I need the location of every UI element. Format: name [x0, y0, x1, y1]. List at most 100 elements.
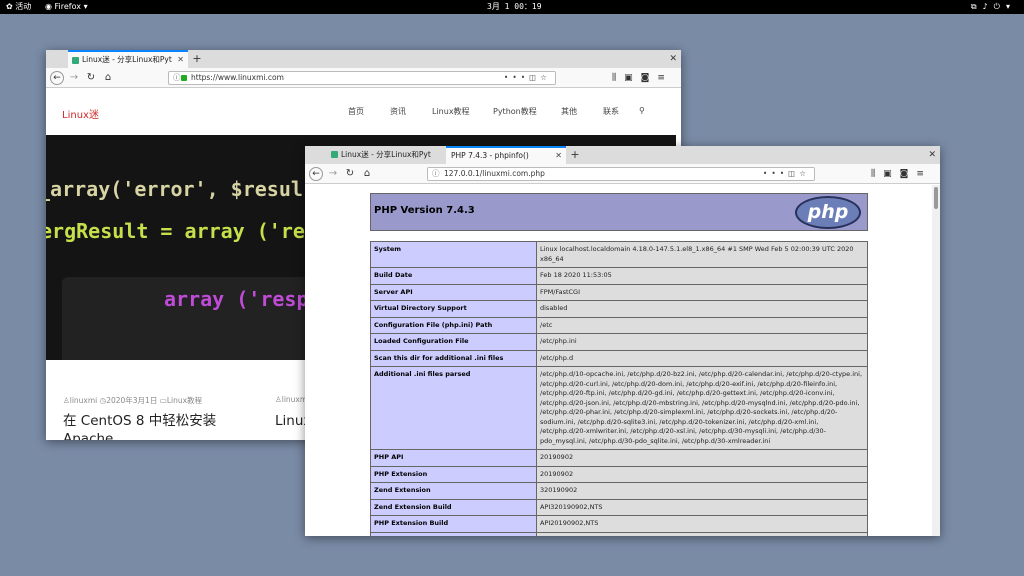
- forward-button[interactable]: →: [67, 71, 81, 85]
- row-value: no: [536, 531, 868, 536]
- sidebar-icon[interactable]: ▣: [624, 73, 641, 83]
- nav-linux-tutorial[interactable]: Linux教程: [432, 106, 470, 117]
- back-button[interactable]: ←: [309, 167, 323, 181]
- close-tab-icon[interactable]: ✕: [555, 148, 562, 163]
- navigation-toolbar: ← → ↻ ⌂ ⓘ https://www.linuxmi.com •••◫☆ …: [46, 68, 681, 88]
- scrollbar-thumb[interactable]: [934, 187, 938, 209]
- hamburger-menu-icon[interactable]: ≡: [916, 169, 932, 179]
- row-key: Debug Build: [370, 531, 537, 536]
- info-icon[interactable]: ⓘ: [173, 72, 181, 84]
- nav-contact[interactable]: 联系: [603, 106, 619, 117]
- row-value: /etc/php.ini: [536, 333, 868, 351]
- close-tab-icon[interactable]: ✕: [177, 52, 184, 67]
- bookmark-star-icon[interactable]: ☆: [540, 73, 551, 82]
- php-version-header: PHP Version 7.4.3 php: [370, 193, 868, 231]
- home-button[interactable]: ⌂: [360, 167, 374, 181]
- firefox-icon: ◉: [45, 2, 52, 11]
- account-icon[interactable]: ◙: [900, 169, 917, 179]
- system-tray[interactable]: ⧉♪⏻▾: [971, 0, 1016, 14]
- nav-home[interactable]: 首页: [348, 106, 364, 117]
- activities-button[interactable]: ✿ 活动: [6, 0, 31, 14]
- post-category[interactable]: Linux教程: [167, 396, 202, 405]
- table-row: PHP Extension 20190902: [370, 465, 868, 483]
- url-bar[interactable]: ⓘ 127.0.0.1/linuxmi.com.php •••◫☆: [427, 167, 815, 181]
- more-icon[interactable]: •••: [504, 73, 529, 82]
- nav-other[interactable]: 其他: [561, 106, 577, 117]
- row-key: PHP Extension: [370, 465, 537, 483]
- forward-button[interactable]: →: [326, 167, 340, 181]
- close-window-button[interactable]: ✕: [928, 146, 936, 164]
- library-icon[interactable]: ⫼: [871, 169, 883, 179]
- table-row: Configuration File (php.ini) Path/etc: [370, 316, 868, 334]
- nav-python-tutorial[interactable]: Python教程: [493, 106, 537, 117]
- row-key: System: [370, 241, 537, 268]
- clock[interactable]: 3月 1 00：19: [487, 0, 542, 14]
- site-header: Linux迷 首页 资讯 Linux教程 Python教程 其他 联系 ⚲: [46, 88, 681, 134]
- table-row: Virtual Directory Support disabled: [370, 300, 868, 318]
- tab-linuxmi[interactable]: Linux迷 - 分享Linux和Pyt ✕: [68, 50, 188, 68]
- row-value: API320190902,NTS: [536, 498, 868, 516]
- post-title[interactable]: 在 CentOS 8 中轻松安装 Apache: [63, 412, 216, 440]
- toolbar-right: ⫼▣◙≡: [871, 164, 932, 184]
- table-row: Zend Extension Build API320190902,NTS: [370, 498, 868, 516]
- hero-code-line: _array('error', $resul: [46, 177, 303, 201]
- table-row: Zend Extension 320190902: [370, 482, 868, 500]
- new-tab-button[interactable]: +: [567, 146, 583, 164]
- user-icon: ♙: [63, 396, 70, 405]
- pocket-icon[interactable]: ◫: [788, 169, 799, 178]
- back-button[interactable]: ←: [50, 71, 64, 85]
- row-key: Server API: [370, 283, 537, 301]
- search-icon[interactable]: ⚲: [639, 106, 645, 115]
- tab-bar: Linux迷 - 分享Linux和Pyt ✕ + ✕: [46, 50, 681, 68]
- tab-phpinfo[interactable]: PHP 7.4.3 - phpinfo() ✕: [446, 146, 566, 164]
- linuxmi-favicon-icon: [331, 151, 338, 158]
- app-menu-button[interactable]: ◉ Firefox ▾: [45, 0, 88, 14]
- info-icon[interactable]: ⓘ: [432, 168, 440, 180]
- folder-icon: ▭: [159, 396, 167, 405]
- row-key: Loaded Configuration File: [370, 333, 537, 351]
- php-logo: php: [795, 196, 861, 229]
- post-meta: ♙linuxmi ◷2020年3月1日 ▭Linux教程: [63, 395, 202, 406]
- page-actions[interactable]: •••◫☆: [763, 168, 810, 180]
- url-bar[interactable]: ⓘ https://www.linuxmi.com •••◫☆: [168, 71, 556, 85]
- gnome-foot-icon: ✿: [6, 2, 13, 11]
- reload-button[interactable]: ↻: [84, 71, 98, 85]
- firefox-window-phpinfo: Linux迷 - 分享Linux和Pyt PHP 7.4.3 - phpinfo…: [305, 146, 940, 536]
- navigation-toolbar: ← → ↻ ⌂ ⓘ 127.0.0.1/linuxmi.com.php •••◫…: [305, 164, 940, 184]
- close-window-button[interactable]: ✕: [669, 50, 677, 68]
- row-value: /etc/php.d/10-opcache.ini, /etc/php.d/20…: [536, 366, 868, 450]
- vertical-scrollbar[interactable]: [932, 185, 940, 536]
- more-icon[interactable]: •••: [763, 169, 788, 178]
- phpinfo-table: System Linux localhost.localdomain 4.18.0…: [370, 241, 868, 536]
- post-title-line: 在 CentOS 8 中轻松安装: [63, 413, 217, 429]
- row-value: FPM/FastCGI: [536, 283, 868, 301]
- hero-code-line: ergResult = array ('resp: [46, 219, 329, 243]
- network-icon: ⧉: [970, 2, 983, 11]
- hamburger-menu-icon[interactable]: ≡: [657, 73, 673, 83]
- bookmark-star-icon[interactable]: ☆: [799, 169, 810, 178]
- tab-linuxmi[interactable]: Linux迷 - 分享Linux和Pyt: [327, 146, 445, 164]
- row-key: Scan this dir for additional .ini files: [370, 349, 537, 367]
- account-icon[interactable]: ◙: [641, 73, 658, 83]
- page-actions[interactable]: •••◫☆: [504, 72, 551, 84]
- user-icon: ♙: [275, 395, 282, 404]
- row-value: Linux localhost.localdomain 4.18.0-147.5…: [536, 241, 868, 268]
- post-title-line: Apache: [63, 431, 114, 440]
- post-author[interactable]: linuxmi: [70, 396, 98, 405]
- row-key: Virtual Directory Support: [370, 300, 537, 318]
- new-tab-button[interactable]: +: [189, 50, 205, 68]
- table-row: System Linux localhost.localdomain 4.18.0…: [370, 241, 868, 268]
- home-button[interactable]: ⌂: [101, 71, 115, 85]
- toolbar-right: ⫼▣◙≡: [612, 68, 673, 88]
- volume-icon: ♪: [982, 2, 994, 11]
- nav-news[interactable]: 资讯: [390, 106, 406, 117]
- sidebar-icon[interactable]: ▣: [883, 169, 900, 179]
- lock-icon: [181, 75, 187, 81]
- hero-code-text: array ('resp: [164, 287, 309, 311]
- site-logo[interactable]: Linux迷: [62, 106, 99, 121]
- tab-label: Linux迷 - 分享Linux和Pyt: [82, 55, 172, 64]
- app-menu-label: Firefox: [54, 2, 82, 11]
- library-icon[interactable]: ⫼: [612, 73, 624, 83]
- pocket-icon[interactable]: ◫: [529, 73, 540, 82]
- reload-button[interactable]: ↻: [343, 167, 357, 181]
